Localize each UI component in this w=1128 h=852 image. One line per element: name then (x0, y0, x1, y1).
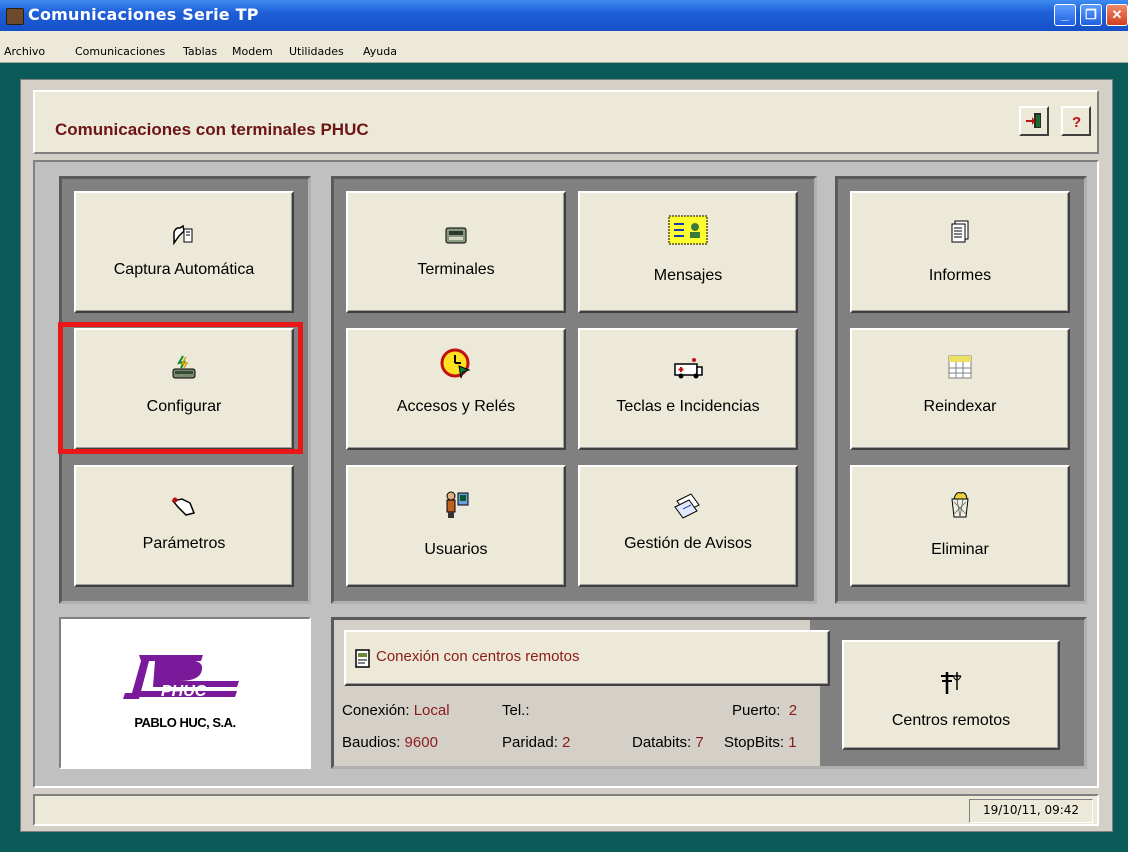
connection-details: Conexión: Local Tel.: Puerto: 2 Baudios:… (336, 686, 820, 766)
phuc-logo: PHUC (123, 655, 239, 700)
envelopes-icon (674, 493, 700, 519)
parametros-label: Parámetros (142, 535, 226, 552)
databits-field: Databits: 7 (632, 734, 704, 751)
stopbits-label: StopBits: (724, 734, 785, 751)
status-datetime: 19/10/11, 09:42 (969, 799, 1093, 823)
baudios-field: Baudios: 9600 (342, 734, 438, 751)
baudios-label: Baudios: (342, 734, 401, 751)
main-window: Comunicaciones con terminales PHUC ? Cap… (20, 79, 1113, 832)
puerto-value: 2 (788, 702, 798, 719)
eliminar-label: Eliminar (931, 541, 989, 558)
clock-access-icon (440, 348, 471, 379)
terminal-device-icon (445, 227, 467, 244)
stopbits-value: 1 (788, 734, 797, 751)
paridad-value: 2 (562, 734, 571, 751)
databits-value: 7 (695, 734, 704, 751)
informes-button[interactable]: Informes (850, 191, 1070, 313)
app-icon (6, 8, 24, 25)
hand-pointer-icon (171, 497, 196, 516)
tel-label: Tel.: (502, 702, 530, 719)
user-terminal-icon (446, 491, 469, 518)
mensajes-button[interactable]: Mensajes (578, 191, 798, 313)
reindexar-label: Reindexar (923, 398, 997, 415)
right-button-group: Informes Reindexar Eliminar (835, 176, 1087, 604)
centros-remotos-label: Centros remotos (891, 712, 1011, 729)
menu-tablas[interactable]: Tablas (183, 45, 217, 58)
mensajes-label: Mensajes (653, 267, 723, 284)
conexion-centros-button[interactable]: Conexión con centros remotos (344, 630, 830, 686)
reindexar-button[interactable]: Reindexar (850, 328, 1070, 450)
conexion-label: Conexión: (342, 702, 410, 719)
minimize-button[interactable]: _ (1054, 4, 1076, 26)
baudios-value: 9600 (404, 734, 438, 751)
usuarios-button[interactable]: Usuarios (346, 465, 566, 587)
paridad-field: Paridad: 2 (502, 734, 570, 751)
menu-ayuda[interactable]: Ayuda (363, 45, 397, 58)
content-area: Captura Automática Configurar Parámetros (33, 160, 1099, 788)
title-bar[interactable]: Comunicaciones Serie TP _ ❐ ✕ (0, 0, 1128, 31)
paridad-label: Paridad: (502, 734, 558, 751)
status-bar: 19/10/11, 09:42 (33, 794, 1099, 826)
wastebasket-icon (951, 492, 969, 518)
phuc-logo-text: PHUC (161, 683, 207, 700)
menu-utilidades[interactable]: Utilidades (289, 45, 344, 58)
remote-connection-group: Conexión con centros remotos Conexión: L… (331, 617, 1087, 769)
conexion-value: Local (413, 702, 450, 719)
teclas-incidencias-button[interactable]: Teclas e Incidencias (578, 328, 798, 450)
help-button[interactable]: ? (1061, 106, 1091, 136)
exit-button[interactable] (1019, 106, 1049, 136)
stopbits-field: StopBits: 1 (724, 734, 797, 751)
telephone-pole-icon (941, 672, 962, 694)
menu-comunicaciones[interactable]: Comunicaciones (75, 45, 165, 58)
informes-label: Informes (928, 267, 992, 284)
middle-button-group: Terminales Mensajes Accesos y Relés Tecl… (331, 176, 817, 604)
conexion-centros-label: Conexión con centros remotos (376, 648, 580, 665)
exit-door-icon (1026, 113, 1041, 128)
hand-card-icon (173, 224, 193, 246)
centros-remotos-button[interactable]: Centros remotos (842, 640, 1060, 750)
conexion-field: Conexión: Local (342, 702, 450, 719)
puerto-label: Puerto: (732, 702, 781, 719)
gestion-avisos-label: Gestión de Avisos (624, 535, 752, 552)
terminales-label: Terminales (417, 261, 495, 278)
menu-modem[interactable]: Modem (232, 45, 273, 58)
usuarios-label: Usuarios (424, 541, 488, 558)
captura-automatica-button[interactable]: Captura Automática (74, 191, 294, 313)
page-title: Comunicaciones con terminales PHUC (55, 120, 369, 139)
puerto-field: Puerto: 2 (732, 702, 797, 719)
databits-label: Databits: (632, 734, 692, 751)
configurar-highlight (58, 322, 303, 454)
svg-text:?: ? (1072, 114, 1081, 131)
window-title: Comunicaciones Serie TP (28, 5, 259, 24)
ambulance-icon (674, 358, 703, 379)
help-question-icon: ? (1072, 114, 1081, 131)
parametros-button[interactable]: Parámetros (74, 465, 294, 587)
teclas-incidencias-label: Teclas e Incidencias (616, 398, 760, 415)
close-button[interactable]: ✕ (1106, 4, 1128, 26)
gestion-avisos-button[interactable]: Gestión de Avisos (578, 465, 798, 587)
accesos-reles-button[interactable]: Accesos y Relés (346, 328, 566, 450)
menu-bar: Archivo Comunicaciones Tablas Modem Util… (0, 31, 1128, 63)
header-panel: Comunicaciones con terminales PHUC ? (33, 90, 1099, 154)
terminales-button[interactable]: Terminales (346, 191, 566, 313)
document-report-icon (951, 220, 969, 243)
index-table-icon (948, 355, 972, 379)
company-name: PABLO HUC, S.A. (134, 715, 236, 730)
company-logo-panel: PHUC PABLO HUC, S.A. (59, 617, 311, 769)
menu-archivo[interactable]: Archivo (4, 45, 45, 58)
maximize-button[interactable]: ❐ (1080, 4, 1102, 26)
eliminar-button[interactable]: Eliminar (850, 465, 1070, 587)
captura-automatica-label: Captura Automática (113, 261, 255, 278)
accesos-reles-label: Accesos y Relés (396, 398, 516, 415)
form-document-icon (355, 649, 370, 668)
message-display-icon (668, 215, 708, 245)
